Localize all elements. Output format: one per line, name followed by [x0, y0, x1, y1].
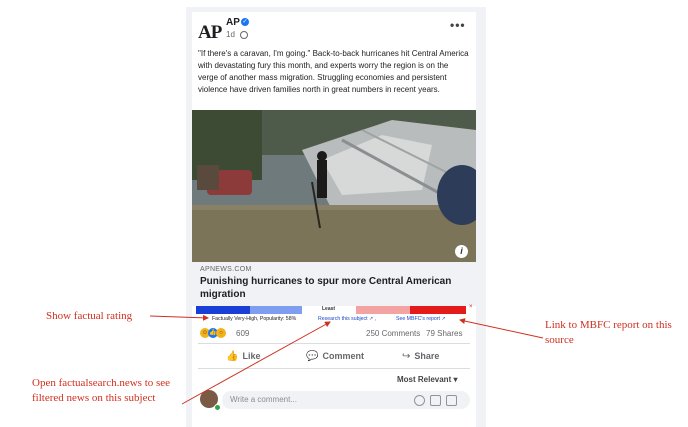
mbfc-close-button[interactable]: × — [469, 304, 473, 310]
verified-badge-icon: ✓ — [241, 18, 249, 26]
divider — [198, 343, 470, 344]
link-domain: APNEWS.COM — [200, 266, 252, 273]
share-label: Share — [414, 351, 440, 361]
reaction-count[interactable]: 609 — [236, 329, 249, 338]
ap-logo-avatar[interactable]: AP — [198, 21, 222, 45]
globe-icon — [240, 31, 248, 39]
link-preview[interactable]: APNEWS.COM Punishing hurricanes to spur … — [192, 262, 476, 306]
mbfc-report-link[interactable]: See MBFC's report ↗ — [396, 316, 446, 322]
comment-input[interactable]: Write a comment... — [222, 391, 470, 409]
online-status-icon — [214, 404, 221, 411]
bias-bar-far-right — [410, 306, 466, 314]
divider — [198, 368, 470, 369]
post-header: AP AP ✓ 1d ••• — [192, 12, 476, 48]
comment-placeholder: Write a comment... — [230, 395, 297, 404]
bias-bar-left — [250, 306, 302, 314]
sticker-icon[interactable] — [446, 395, 457, 406]
more-options-button[interactable]: ••• — [450, 18, 466, 32]
share-count[interactable]: 79 Shares — [426, 329, 462, 338]
post-caption: "If there's a caravan, I'm going." Back-… — [198, 49, 469, 94]
bias-bar-far-left — [196, 306, 250, 314]
link-headline[interactable]: Punishing hurricanes to spur more Centra… — [200, 275, 470, 301]
flood-photo-illustration — [192, 110, 476, 262]
post-photo[interactable]: i — [192, 110, 476, 262]
post-actions: 👍 Like 💬 Comment ↪ Share — [192, 348, 476, 364]
reactions-summary: ☺ 👍 ○ 609 250 Comments 79 Shares — [200, 328, 476, 340]
thumbs-up-icon: 👍 — [226, 351, 239, 362]
comment-sort-dropdown[interactable]: Most Relevant ▾ — [397, 375, 457, 384]
annotation-research: Open factualsearch.news to see filtered … — [32, 377, 171, 404]
factual-rating-text: Factually Very-High, Popularity: 58% — [212, 316, 297, 322]
like-button[interactable]: 👍 Like — [226, 348, 260, 364]
info-button[interactable]: i — [455, 245, 468, 258]
like-label: Like — [242, 351, 261, 361]
bias-label: Least — [322, 306, 336, 312]
facebook-post-card: AP AP ✓ 1d ••• "If there's a caravan, I'… — [192, 12, 476, 427]
bias-bar-right — [356, 306, 410, 314]
share-button[interactable]: ↪ Share — [402, 348, 439, 364]
mbfc-rating-row: Factually Very-High, Popularity: 58% Res… — [192, 315, 476, 323]
emoji-icon[interactable] — [414, 395, 425, 406]
research-subject-link[interactable]: Research this subject ↗ , — [318, 316, 376, 322]
author-name[interactable]: AP — [226, 17, 240, 28]
post-time[interactable]: 1d — [226, 30, 235, 39]
comment-button[interactable]: 💬 Comment — [306, 348, 364, 364]
camera-icon[interactable] — [430, 395, 441, 406]
speech-bubble-icon: 💬 — [306, 351, 319, 362]
share-arrow-icon: ↪ — [402, 351, 411, 362]
annotation-mbfc-report: Link to MBFC report on this source — [545, 319, 672, 346]
comment-count[interactable]: 250 Comments — [366, 329, 420, 338]
annotation-factual-rating: Show factual rating — [46, 310, 133, 322]
comment-label: Comment — [322, 351, 364, 361]
wow-icon[interactable]: ○ — [216, 328, 226, 338]
